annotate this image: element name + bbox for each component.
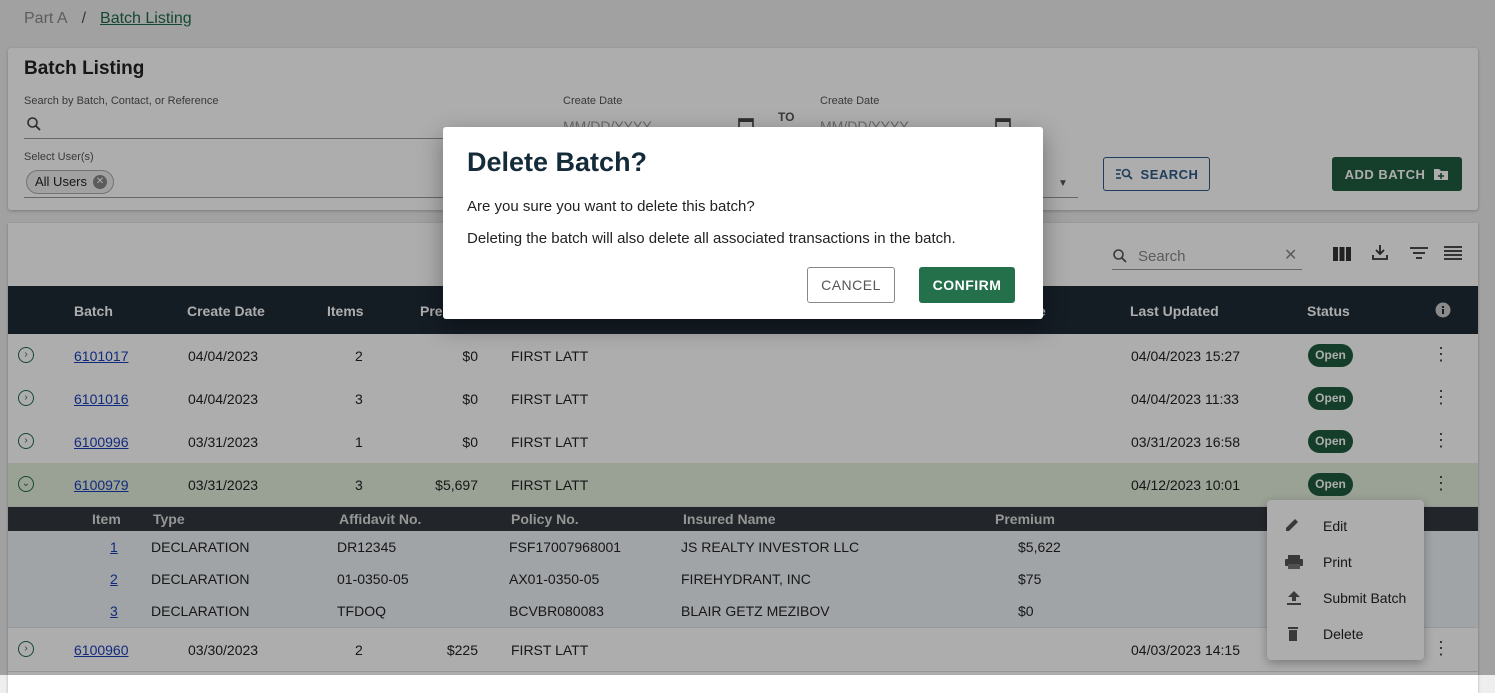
confirm-button[interactable]: CONFIRM: [919, 267, 1015, 303]
cancel-button[interactable]: CANCEL: [807, 267, 895, 303]
modal-backdrop[interactable]: [0, 0, 1495, 675]
dialog-message-1: Are you sure you want to delete this bat…: [467, 198, 755, 215]
dialog-message-2: Deleting the batch will also delete all …: [467, 230, 956, 247]
dialog-title: Delete Batch?: [467, 147, 648, 177]
delete-batch-dialog: Delete Batch? Are you sure you want to d…: [443, 127, 1043, 319]
